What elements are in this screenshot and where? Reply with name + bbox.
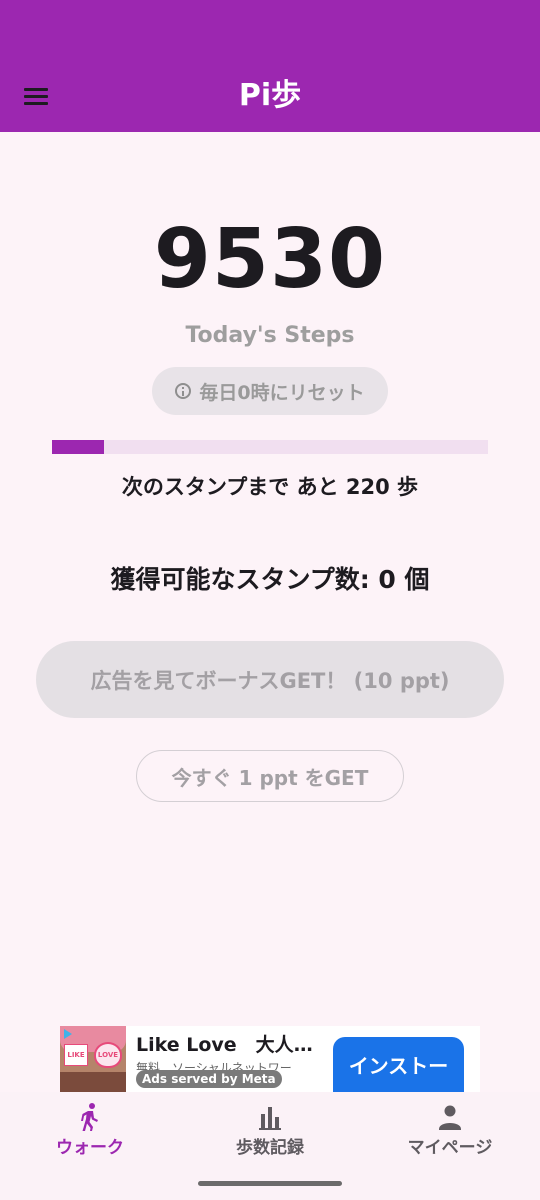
reset-chip: 毎日0時にリセット — [152, 367, 388, 415]
steps-count: 9530 — [153, 212, 387, 307]
bar-chart-icon — [259, 1107, 281, 1130]
ad-subtitle: 無料 ソーシャルネットワー — [136, 1061, 292, 1070]
ad-thumb-like: LIKE — [64, 1044, 88, 1066]
ad-banner[interactable]: LIKE LOVE Like Love 大人の… 無料 ソーシャルネットワー A… — [60, 1026, 480, 1092]
ad-heart-icon: LOVE — [94, 1042, 122, 1068]
ad-title: Like Love 大人の… — [136, 1034, 326, 1056]
nav-item-walk-label: ウォーク — [56, 1138, 124, 1158]
app-bar: Pi歩 — [0, 0, 540, 132]
app-title: Pi歩 — [238, 78, 302, 113]
ad-thumbnail-base — [60, 1072, 126, 1092]
ad-install-button[interactable]: インストー — [333, 1037, 464, 1092]
get-now-button[interactable]: 今すぐ 1 ppt をGET — [136, 750, 404, 802]
stamp-progress-fill — [52, 440, 105, 454]
nav-item-step-history[interactable]: 歩数記録 — [180, 1092, 360, 1172]
info-icon — [175, 383, 192, 399]
reset-text: 毎日0時にリセット — [199, 381, 365, 404]
watch-ad-bonus-button[interactable]: 広告を見てボーナスGET！ (10 ppt) — [36, 641, 504, 718]
stamp-progress-bar — [52, 440, 488, 454]
home-indicator[interactable] — [198, 1181, 342, 1186]
ad-served-badge: Ads served by Meta — [136, 1070, 282, 1088]
nav-item-mypage-label: マイページ — [407, 1138, 493, 1158]
nav-item-step-history-label: 歩数記録 — [236, 1138, 304, 1158]
stamp-count-text: 獲得可能なスタンプ数: 0 個 — [110, 565, 430, 594]
ad-play-icon — [64, 1029, 72, 1039]
walk-icon — [81, 1103, 98, 1131]
person-icon — [439, 1105, 461, 1130]
steps-label: Today's Steps — [185, 323, 355, 348]
ad-thumbnail: LIKE LOVE — [60, 1026, 126, 1092]
nav-item-walk[interactable]: ウォーク — [0, 1092, 180, 1172]
nav-item-mypage[interactable]: マイページ — [360, 1092, 540, 1172]
next-stamp-text: 次のスタンプまで あと 220 歩 — [121, 475, 419, 499]
